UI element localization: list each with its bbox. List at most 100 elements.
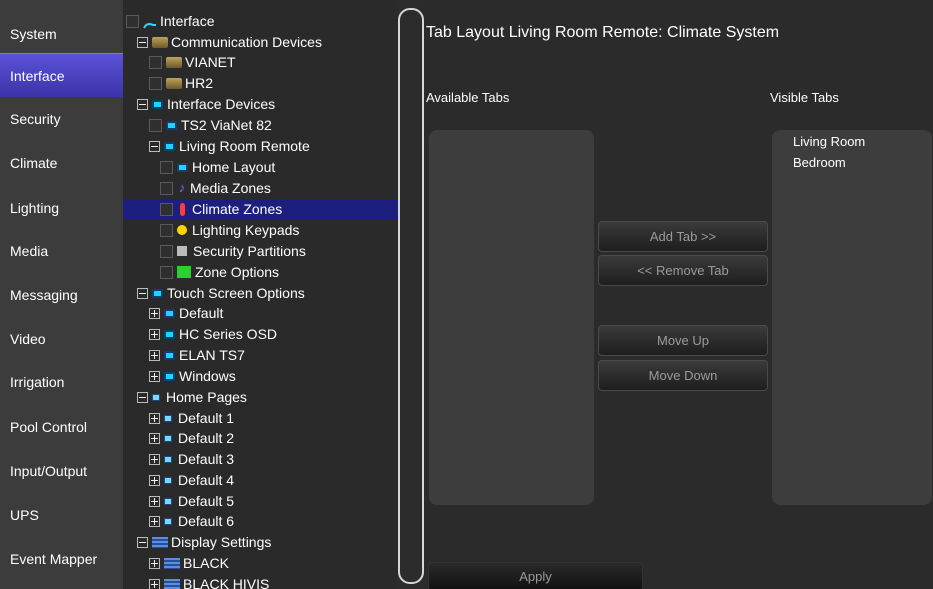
apply-button[interactable]: Apply xyxy=(428,562,643,589)
tree-node-windows[interactable]: Windows xyxy=(149,366,236,386)
home-page-icon xyxy=(152,393,160,401)
tree-node-default-2[interactable]: Default 2 xyxy=(149,428,234,448)
nav-item-media[interactable]: Media xyxy=(0,229,123,273)
left-nav: System Interface Security Climate Lighti… xyxy=(0,0,123,589)
tree-node-label: Default 2 xyxy=(178,430,235,446)
nav-item-event-mapper[interactable]: Event Mapper xyxy=(0,537,123,581)
checkbox[interactable] xyxy=(149,118,162,132)
tree-node-elan-ts7[interactable]: ELAN TS7 xyxy=(149,345,245,365)
checkbox[interactable] xyxy=(160,223,173,237)
tree-node-label: Climate Zones xyxy=(192,201,283,217)
tree-node-label: ELAN TS7 xyxy=(179,347,245,363)
tree-node-interface[interactable]: Interface xyxy=(126,11,214,31)
tree-node-hr2[interactable]: HR2 xyxy=(149,73,213,93)
nav-item-security[interactable]: Security xyxy=(0,97,123,141)
list-item[interactable]: Living Room xyxy=(793,134,865,149)
monitor-icon xyxy=(164,371,175,381)
tree-node-zone-options[interactable]: Zone Options xyxy=(160,262,279,282)
expand-icon[interactable] xyxy=(149,474,160,486)
tree-node-default-5[interactable]: Default 5 xyxy=(149,491,234,511)
checkbox[interactable] xyxy=(160,265,173,279)
display-settings-icon xyxy=(152,536,168,548)
expand-icon[interactable] xyxy=(149,412,160,424)
nav-item-video[interactable]: Video xyxy=(0,317,123,361)
tree-node-ts2[interactable]: TS2 ViaNet 82 xyxy=(149,115,272,135)
nav-item-interface[interactable]: Interface xyxy=(0,53,123,97)
nav-item-ups[interactable]: UPS xyxy=(0,493,123,537)
expand-icon[interactable] xyxy=(149,495,160,507)
tree-node-label: BLACK xyxy=(183,555,229,571)
nav-item-label: UPS xyxy=(10,507,39,523)
checkbox[interactable] xyxy=(160,181,173,195)
list-item[interactable]: Bedroom xyxy=(793,155,846,170)
tree-node-default[interactable]: Default xyxy=(149,303,223,323)
display-settings-icon xyxy=(164,557,180,569)
tree-node-vianet[interactable]: VIANET xyxy=(149,52,236,72)
tree-node-default-1[interactable]: Default 1 xyxy=(149,408,234,428)
nav-item-messaging[interactable]: Messaging xyxy=(0,273,123,317)
collapse-icon[interactable] xyxy=(149,140,160,152)
checkbox[interactable] xyxy=(149,76,162,90)
checkbox[interactable] xyxy=(160,202,173,216)
tree-node-home-layout[interactable]: Home Layout xyxy=(160,157,275,177)
expand-icon[interactable] xyxy=(149,328,160,340)
config-tree: Interface Communication Devices VIANET H… xyxy=(123,0,398,589)
monitor-icon xyxy=(164,329,175,339)
tree-node-security-partitions[interactable]: Security Partitions xyxy=(160,241,306,261)
expand-icon[interactable] xyxy=(149,307,160,319)
tree-node-black-hivis[interactable]: BLACK HIVIS xyxy=(149,574,269,589)
tree-node-default-6[interactable]: Default 6 xyxy=(149,511,234,531)
expand-icon[interactable] xyxy=(149,349,160,361)
expand-icon[interactable] xyxy=(149,432,160,444)
expand-icon[interactable] xyxy=(149,578,160,589)
tree-node-display-settings[interactable]: Display Settings xyxy=(137,532,271,552)
nav-item-system[interactable]: System xyxy=(0,12,123,56)
tree-node-lighting-keypads[interactable]: Lighting Keypads xyxy=(160,220,299,240)
collapse-icon[interactable] xyxy=(137,36,148,48)
collapse-icon[interactable] xyxy=(137,536,148,548)
tree-node-media-zones[interactable]: ♪ Media Zones xyxy=(160,178,271,198)
checkbox[interactable] xyxy=(149,55,162,69)
expand-icon[interactable] xyxy=(149,453,160,465)
nav-item-label: Security xyxy=(10,111,61,127)
interface-icon xyxy=(143,17,157,29)
checkbox[interactable] xyxy=(160,160,173,174)
tree-node-label: Display Settings xyxy=(171,534,272,550)
tree-node-black[interactable]: BLACK xyxy=(149,553,229,573)
nav-item-pool-control[interactable]: Pool Control xyxy=(0,405,123,449)
tree-node-communication-devices[interactable]: Communication Devices xyxy=(137,32,322,52)
home-page-icon xyxy=(164,476,172,484)
collapse-icon[interactable] xyxy=(137,98,148,110)
collapse-icon[interactable] xyxy=(137,391,148,403)
move-down-button[interactable]: Move Down xyxy=(598,360,768,391)
remove-tab-button[interactable]: << Remove Tab xyxy=(598,255,768,286)
expand-icon[interactable] xyxy=(149,370,160,382)
move-up-button[interactable]: Move Up xyxy=(598,325,768,356)
tree-node-interface-devices[interactable]: Interface Devices xyxy=(137,94,275,114)
nav-item-climate[interactable]: Climate xyxy=(0,141,123,185)
checkbox[interactable] xyxy=(126,14,139,28)
monitor-icon xyxy=(177,162,188,172)
nav-item-irrigation[interactable]: Irrigation xyxy=(0,360,123,404)
nav-item-lighting[interactable]: Lighting xyxy=(0,186,123,230)
tree-scrollbar[interactable] xyxy=(398,8,424,584)
tree-node-home-pages[interactable]: Home Pages xyxy=(137,387,247,407)
tree-node-default-3[interactable]: Default 3 xyxy=(149,449,234,469)
nav-item-label: Video xyxy=(10,331,46,347)
tree-node-living-room-remote[interactable]: Living Room Remote xyxy=(149,136,310,156)
tree-node-label: Interface xyxy=(160,13,215,29)
tree-node-touch-screen-options[interactable]: Touch Screen Options xyxy=(137,283,305,303)
add-tab-button[interactable]: Add Tab >> xyxy=(598,221,768,252)
tree-node-climate-zones[interactable]: Climate Zones xyxy=(123,199,398,219)
available-tabs-list[interactable] xyxy=(429,130,594,505)
expand-icon[interactable] xyxy=(149,515,160,527)
nav-item-label: Messaging xyxy=(10,287,78,303)
collapse-icon[interactable] xyxy=(137,287,148,299)
nav-item-input-output[interactable]: Input/Output xyxy=(0,449,123,493)
visible-tabs-list[interactable]: Living Room Bedroom xyxy=(772,130,932,505)
tree-node-default-4[interactable]: Default 4 xyxy=(149,470,234,490)
expand-icon[interactable] xyxy=(149,557,160,569)
checkbox[interactable] xyxy=(160,244,173,258)
tree-node-hc-series-osd[interactable]: HC Series OSD xyxy=(149,324,277,344)
monitor-icon xyxy=(152,288,163,298)
